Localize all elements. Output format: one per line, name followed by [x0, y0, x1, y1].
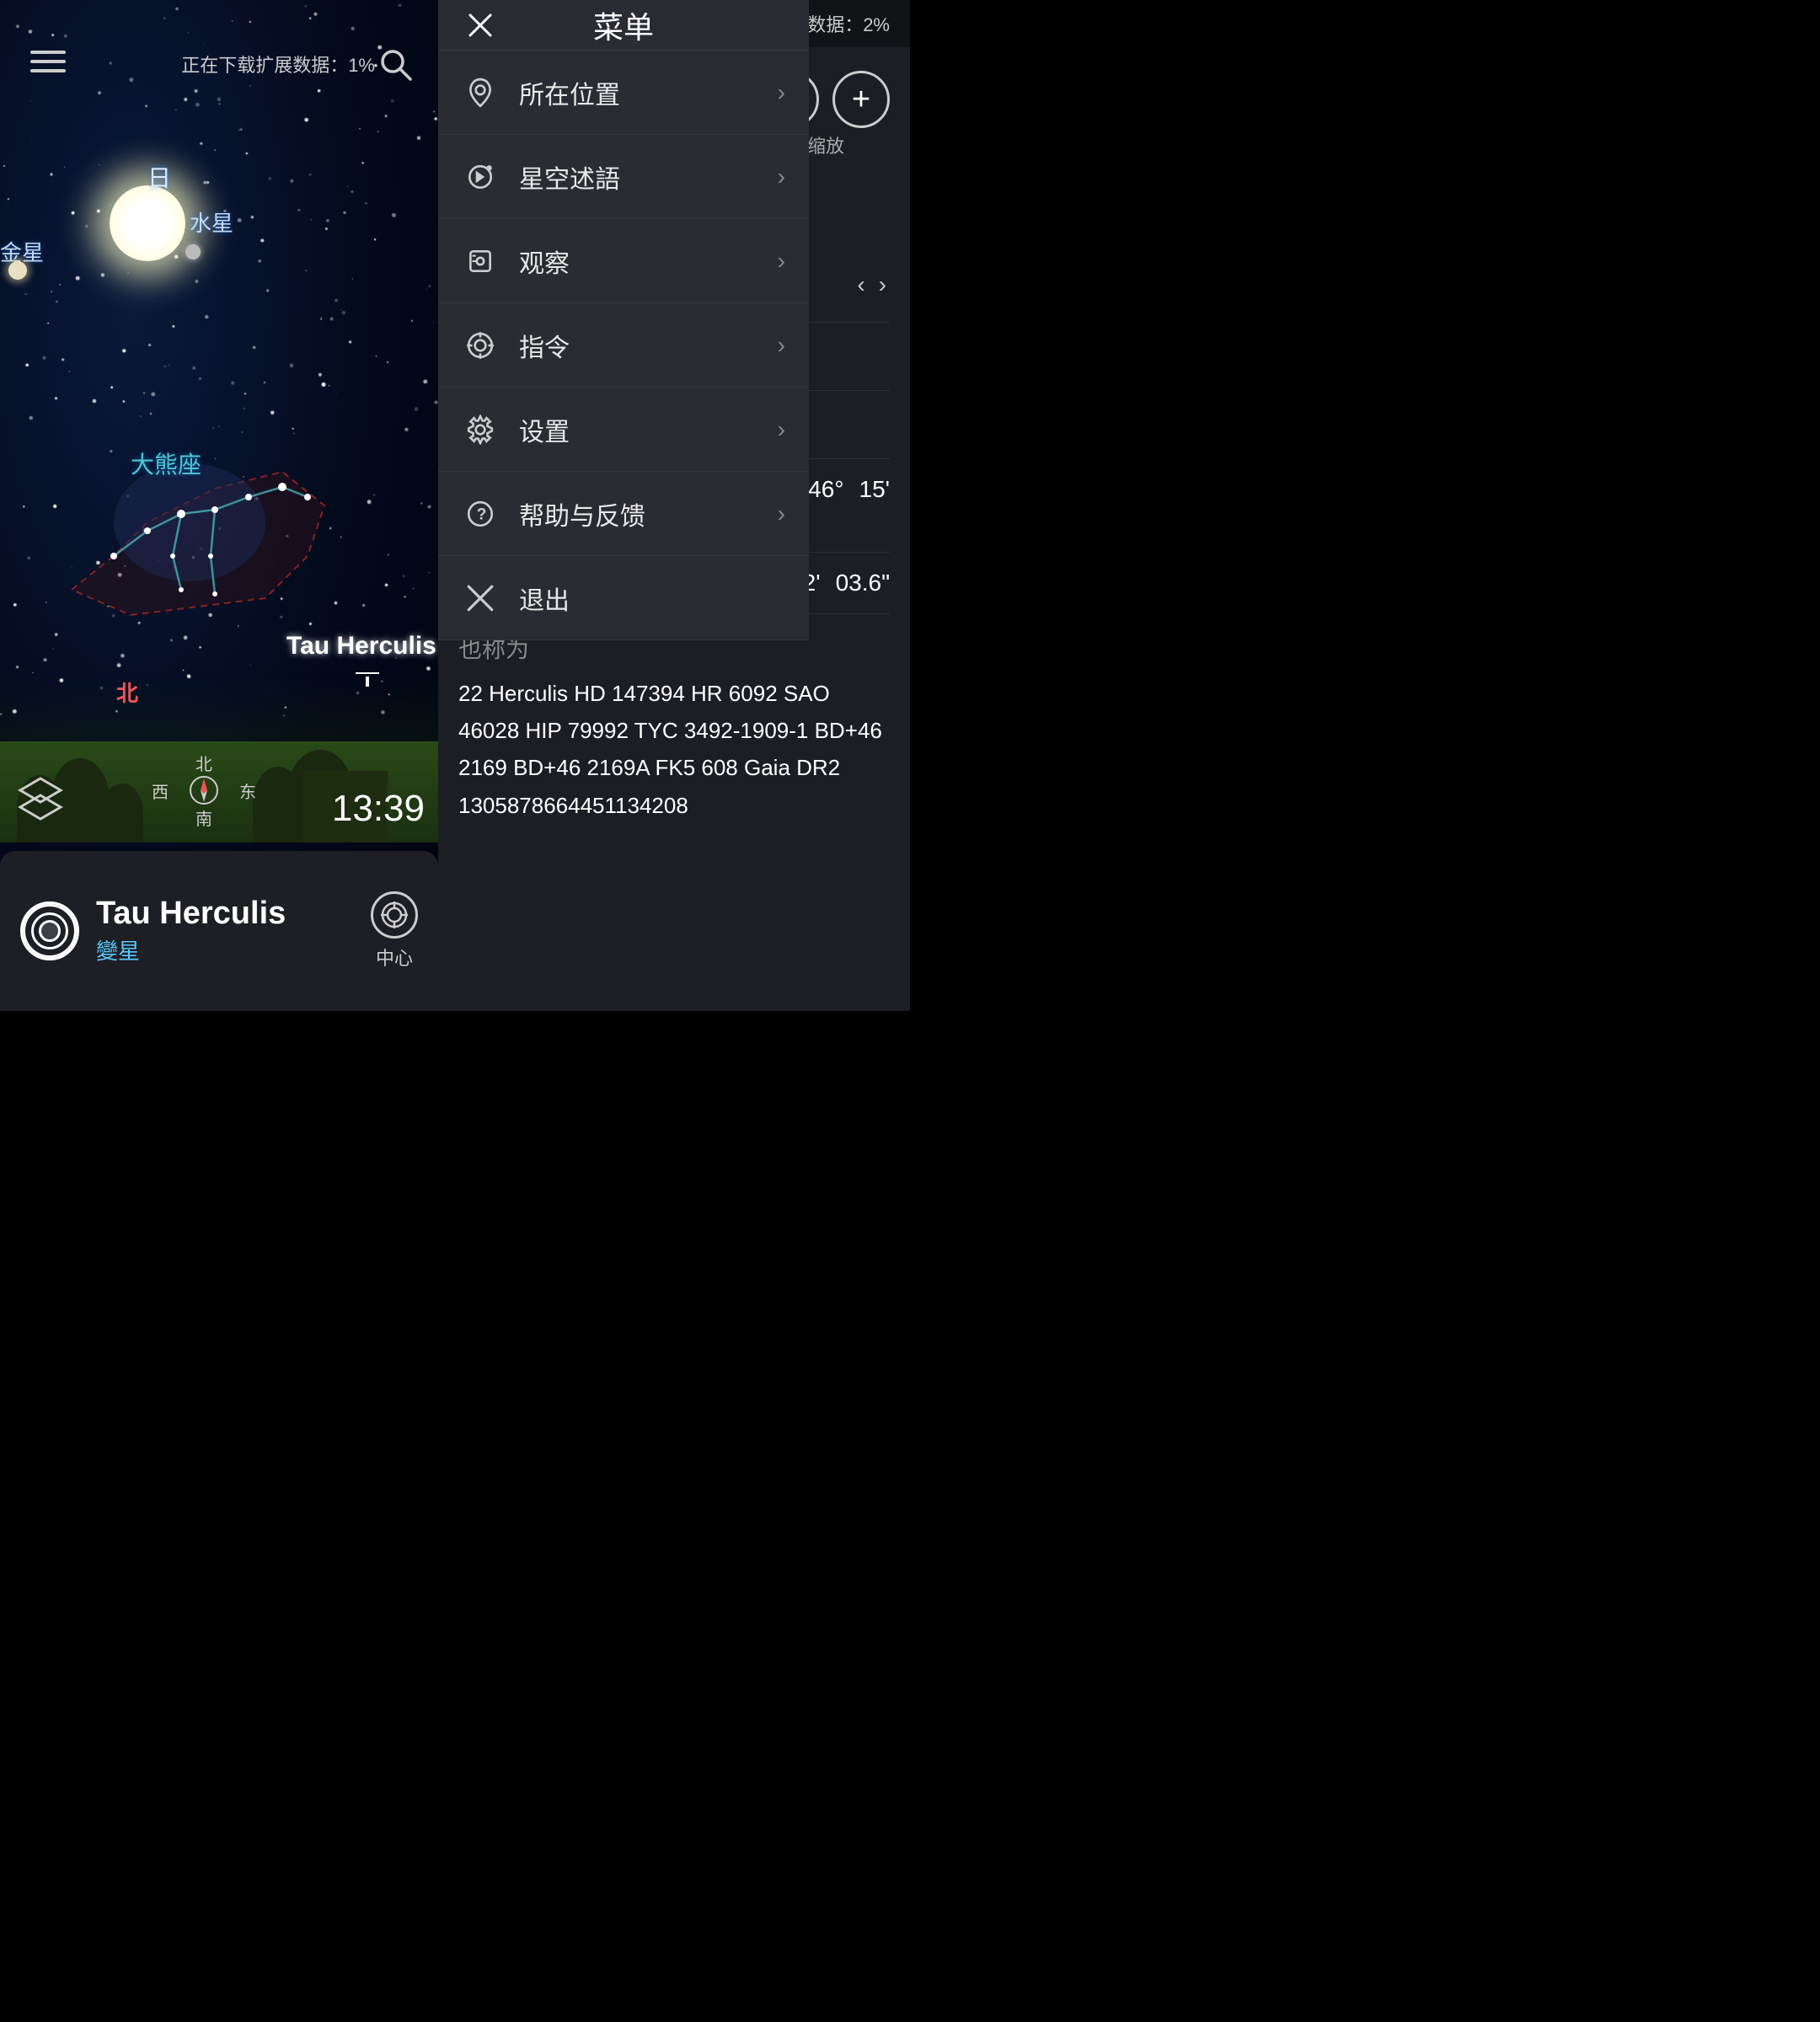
- menu-title: 菜单: [499, 3, 748, 47]
- menu-item-label-help: 帮助与反馈: [519, 495, 757, 532]
- sun-object: [110, 185, 185, 261]
- menu-overlay: 菜单 所在位置 › 星空述語 › 观察 › 指令 › 设置 › ? 帮助与反馈 …: [438, 0, 809, 640]
- hamburger-line-3: [30, 69, 66, 72]
- center-label: 中心: [376, 944, 413, 971]
- time-display: 13:39: [332, 788, 425, 830]
- menu-item-label-observe: 观察: [519, 243, 757, 280]
- bottom-star-type: 變星: [96, 934, 354, 966]
- compass-west: 西: [152, 778, 169, 803]
- alt-s: 03.6": [836, 570, 890, 596]
- north-direction-label: 北: [116, 677, 138, 708]
- zoom-label: 缩放: [807, 131, 844, 158]
- help-icon: ?: [462, 495, 499, 532]
- menu-item-quit[interactable]: 退出: [438, 556, 809, 640]
- menu-item-observe[interactable]: 观察 ›: [438, 219, 809, 303]
- center-icon: [371, 891, 418, 939]
- also-known-values: 22 Herculis HD 147394 HR 6092 SAO 46028 …: [458, 675, 890, 824]
- tau-herculis-map-label: Tau Herculis: [286, 632, 436, 661]
- zoom-in-button[interactable]: +: [832, 71, 890, 128]
- download-status-left: 正在下载扩展数据：1%: [181, 51, 375, 78]
- star-map-panel: 正在下载扩展数据：1% 日 水星 金星: [0, 0, 438, 1011]
- menu-item-chevron-observe: ›: [778, 248, 785, 275]
- menu-item-chevron-settings: ›: [778, 416, 785, 443]
- menu-item-sky-guide[interactable]: 星空述語 ›: [438, 135, 809, 219]
- bottom-star-name: Tau Herculis: [96, 896, 354, 932]
- settings-icon: [462, 411, 499, 448]
- commands-icon: [462, 327, 499, 364]
- venus-object: [8, 261, 27, 280]
- layers-button[interactable]: [13, 772, 67, 830]
- menu-item-chevron-sky-guide: ›: [778, 163, 785, 190]
- constellation-next[interactable]: ›: [875, 271, 890, 298]
- compass-east: 东: [239, 778, 256, 803]
- menu-item-settings[interactable]: 设置 ›: [438, 388, 809, 472]
- menu-items-list: 所在位置 › 星空述語 › 观察 › 指令 › 设置 › ? 帮助与反馈 › 退…: [438, 51, 809, 640]
- hamburger-line-1: [30, 51, 66, 54]
- menu-item-location[interactable]: 所在位置 ›: [438, 51, 809, 135]
- menu-item-chevron-help: ›: [778, 500, 785, 527]
- sun-label: 日: [147, 160, 171, 194]
- menu-item-help[interactable]: ? 帮助与反馈 ›: [438, 472, 809, 556]
- compass-widget: 北 西 东 南: [152, 751, 256, 830]
- search-icon[interactable]: [377, 46, 413, 90]
- menu-item-chevron-location: ›: [778, 79, 785, 106]
- menu-item-label-sky-guide: 星空述語: [519, 158, 757, 195]
- menu-header: 菜单: [438, 0, 809, 51]
- menu-item-label-commands: 指令: [519, 327, 757, 364]
- hamburger-line-2: [30, 60, 66, 63]
- menu-item-label-location: 所在位置: [519, 74, 757, 111]
- compass-icon: [189, 775, 219, 805]
- location-icon: [462, 74, 499, 111]
- sky-guide-icon: [462, 158, 499, 195]
- menu-item-commands[interactable]: 指令 ›: [438, 303, 809, 388]
- star-icon-ring: [20, 901, 79, 960]
- compass-north-top: 北: [195, 751, 212, 775]
- mercury-label: 水星: [190, 206, 233, 238]
- menu-close-button[interactable]: [462, 7, 499, 44]
- ursa-major-constellation: [46, 354, 350, 623]
- menu-item-label-quit: 退出: [519, 580, 785, 617]
- center-button[interactable]: 中心: [371, 891, 418, 971]
- compass-south: 南: [195, 805, 212, 830]
- hamburger-menu[interactable]: [30, 51, 66, 72]
- quit-icon: [462, 580, 499, 617]
- menu-item-chevron-commands: ›: [778, 332, 785, 359]
- also-known-section: 也称为 22 Herculis HD 147394 HR 6092 SAO 46…: [438, 614, 910, 841]
- menu-item-label-settings: 设置: [519, 411, 757, 448]
- bottom-info-bar: Tau Herculis 變星 中心: [0, 851, 438, 1011]
- constellation-prev[interactable]: ‹: [854, 271, 868, 298]
- mercury-object: [185, 244, 201, 259]
- dec-m: 15': [859, 476, 891, 503]
- observe-icon: [462, 243, 499, 280]
- svg-text:?: ?: [477, 506, 487, 523]
- ursa-major-label: 大熊座: [131, 447, 201, 480]
